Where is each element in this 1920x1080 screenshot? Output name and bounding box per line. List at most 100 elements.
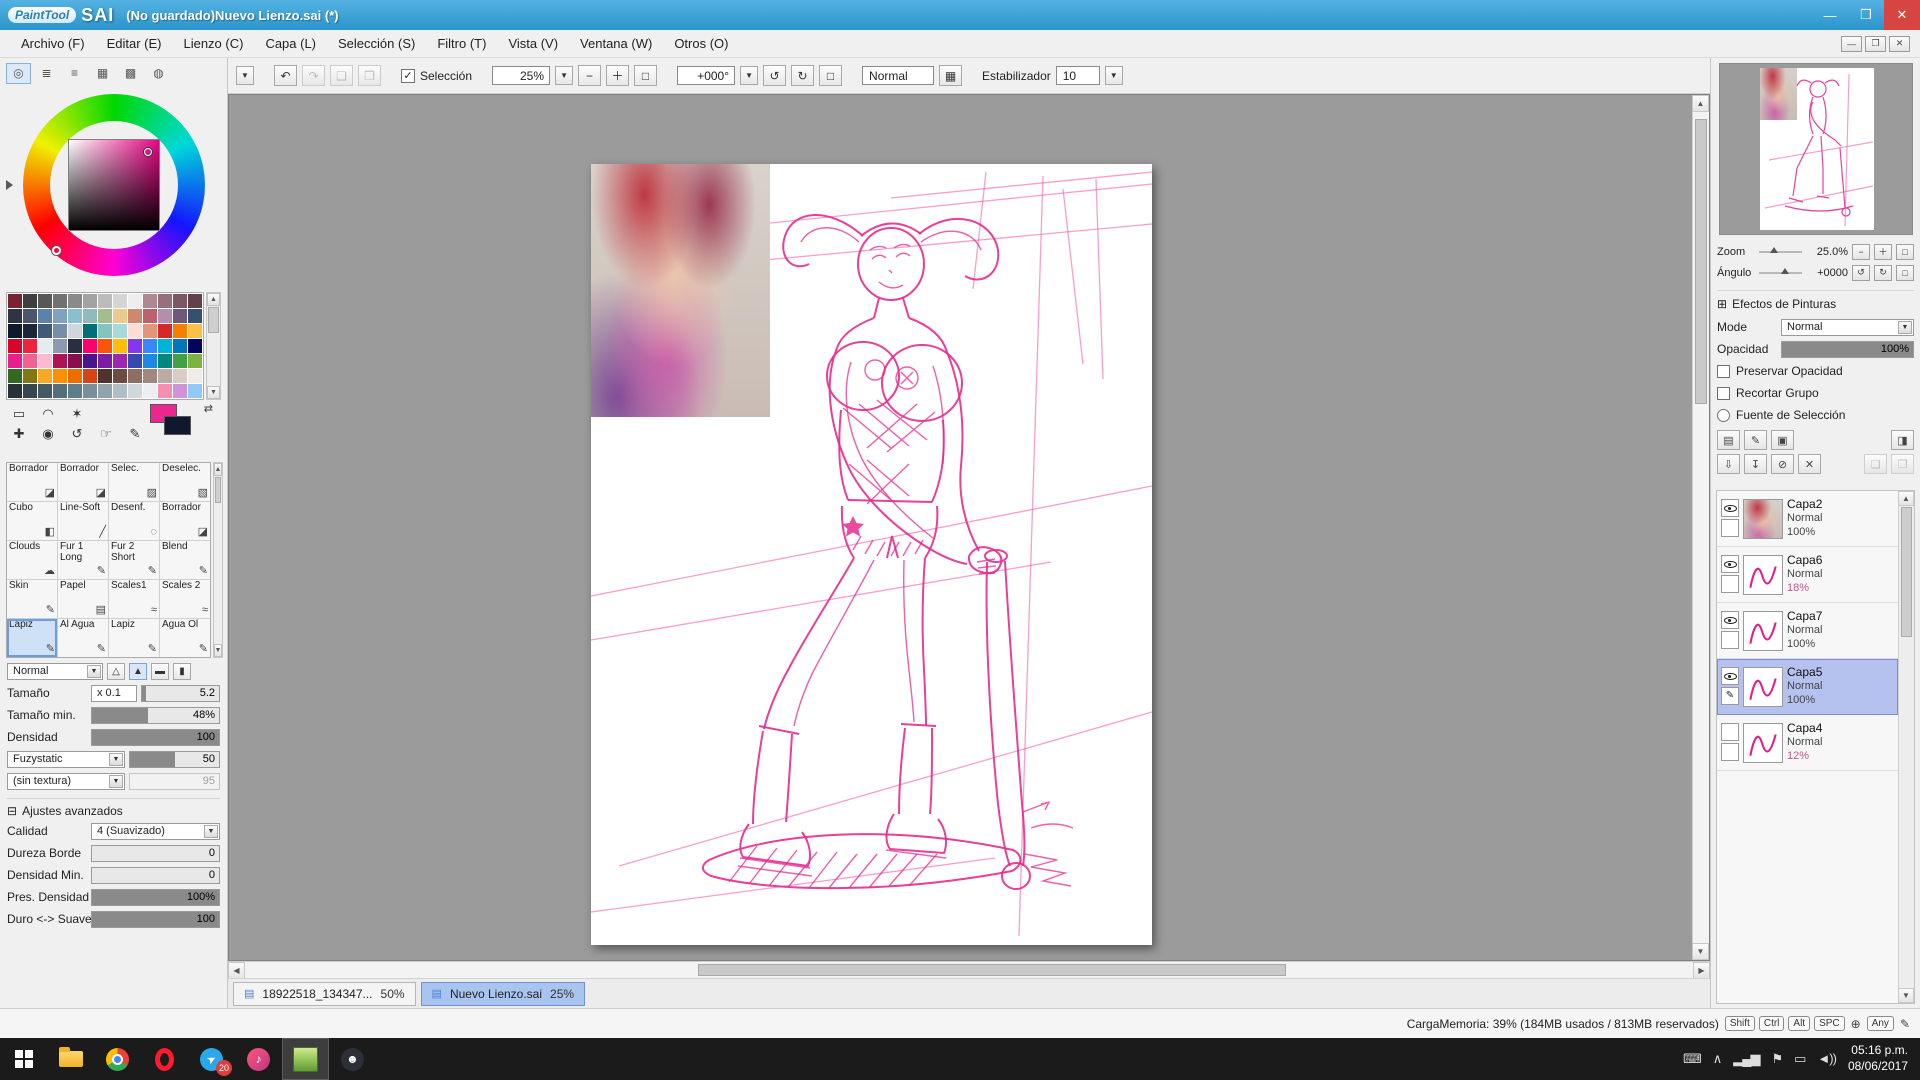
color-swatch[interactable] [53,309,67,323]
brush-cubo[interactable]: Cubo◧ [7,502,57,540]
scroll-up-icon[interactable]: ▲ [207,293,220,306]
color-swatch[interactable] [38,294,52,308]
hand-tool-icon[interactable]: ☞ [95,424,117,444]
color-swatch[interactable] [143,324,157,338]
edge-hardness-slider[interactable]: 0 [91,845,220,862]
menu-filtro[interactable]: Filtro (T) [426,32,497,55]
brush-scales-2[interactable]: Scales 2≈ [160,580,210,618]
color-swatch[interactable] [143,354,157,368]
nav-zoom-out-button[interactable]: − [1852,244,1870,260]
brush-papel[interactable]: Papel▤ [58,580,108,618]
color-swatch[interactable] [53,324,67,338]
collapse-icon[interactable]: ⊟ [7,804,17,818]
doc-close-button[interactable]: ✕ [1889,36,1910,52]
view-mode-icon[interactable]: ▦ [939,65,962,86]
new-linework-layer-button[interactable]: ✎ [1744,430,1767,450]
layer-visibility-toggle[interactable] [1721,555,1739,573]
color-swatch[interactable] [83,324,97,338]
color-mixer-tab[interactable]: ▦ [90,63,115,84]
navigator[interactable] [1719,63,1913,235]
layer-visibility-toggle[interactable] [1721,611,1739,629]
zoom-field[interactable]: 25% [492,66,550,85]
layer-visibility-toggle[interactable] [1721,499,1739,517]
color-swatch[interactable] [188,309,202,323]
color-swatch[interactable] [128,339,142,353]
transfer-down-button[interactable]: ⇩ [1717,454,1740,474]
brush-edge-hard-icon[interactable]: △ [107,663,125,680]
color-swatch[interactable] [158,384,172,398]
color-swatch[interactable] [143,309,157,323]
color-swatch[interactable] [23,294,37,308]
color-swatch[interactable] [128,309,142,323]
move-tool-icon[interactable]: ✚ [8,424,30,444]
color-swatch[interactable] [8,294,22,308]
chevron-down-icon[interactable]: ▼ [109,753,123,766]
tab-nuevo-lienzo[interactable]: ▤ Nuevo Lienzo.sai 25% [421,982,586,1006]
chevron-up-icon[interactable]: ∧ [1713,1051,1722,1067]
stabilizer-select[interactable]: 10 [1056,66,1100,85]
color-swatch[interactable] [113,354,127,368]
color-swatch[interactable] [38,324,52,338]
size-unit-select[interactable]: x 0.1 [91,685,137,702]
canvas-vertical-scrollbar[interactable]: ▲ ▼ [1692,95,1709,960]
zoom-out-button[interactable]: − [578,65,601,86]
color-swatch[interactable] [38,339,52,353]
nav-rotate-ccw-button[interactable]: ↺ [1852,265,1870,281]
merge-down-button[interactable]: ↧ [1744,454,1767,474]
color-swatch[interactable] [38,354,52,368]
color-swatch[interactable] [98,369,112,383]
brush-selec-[interactable]: Selec.▨ [109,463,159,501]
color-swatch[interactable] [113,294,127,308]
rotate-cw-button[interactable]: ↻ [791,65,814,86]
size-slider[interactable]: 5.2 [141,685,220,702]
color-swatch[interactable] [128,354,142,368]
color-swatch[interactable] [8,369,22,383]
tab-image-file[interactable]: ▤ 18922518_134347... 50% [233,982,416,1006]
flag-icon[interactable]: ⚑ [1771,1051,1782,1067]
angle-dropdown-icon[interactable]: ▼ [740,66,758,85]
color-swatch[interactable] [23,369,37,383]
color-swatch[interactable] [68,354,82,368]
prev-view-button[interactable]: ❏ [330,65,353,86]
layer-visibility-toggle[interactable] [1721,667,1739,685]
scroll-right-icon[interactable]: ▶ [1693,962,1710,979]
stabilizer-dropdown-icon[interactable]: ▼ [1105,66,1123,85]
clear-layer-button[interactable]: ⊘ [1771,454,1794,474]
color-swatch[interactable] [188,369,202,383]
color-swatch[interactable] [8,324,22,338]
brush-skin[interactable]: Skin✎ [7,580,57,618]
nav-rotate-cw-button[interactable]: ↻ [1874,265,1892,281]
color-swatch[interactable] [8,354,22,368]
color-swatch[interactable] [83,354,97,368]
clipping-group-checkbox[interactable] [1717,387,1730,400]
menu-capa[interactable]: Capa (L) [254,32,327,55]
nav-angle-slider[interactable] [1759,272,1802,274]
min-size-slider[interactable]: 48% [91,707,220,724]
swatch-scrollbar[interactable]: ▲ ▼ [206,292,221,400]
scroll-down-icon[interactable]: ▼ [207,386,220,399]
color-swatch[interactable] [83,339,97,353]
scroll-up-icon[interactable]: ▲ [1692,95,1709,112]
chevron-down-icon[interactable]: ▼ [204,825,218,838]
color-swatch[interactable] [38,369,52,383]
start-button[interactable] [0,1038,47,1080]
chrome[interactable] [94,1038,141,1080]
eyedropper-icon[interactable]: ✎ [124,424,146,444]
hard-soft-slider[interactable]: 100 [91,911,220,928]
nav-zoom-in-button[interactable]: ＋ [1874,244,1892,260]
color-swatch[interactable] [113,309,127,323]
redo-button[interactable]: ↷ [302,65,325,86]
volume-icon[interactable]: ◄)) [1817,1051,1836,1067]
battery-icon[interactable]: ▭ [1794,1051,1805,1067]
color-swatch[interactable] [113,324,127,338]
chevron-down-icon[interactable]: ▼ [1898,321,1912,334]
brush-shape-flat-icon[interactable]: ▬ [151,663,169,680]
new-folder-button[interactable]: ▣ [1771,430,1794,450]
zoom-reset-button[interactable]: □ [634,65,657,86]
color-swatch[interactable] [53,294,67,308]
keyboard-icon[interactable]: ⌨ [1683,1051,1701,1067]
brush-clouds[interactable]: Clouds☁ [7,541,57,579]
nav-zoom-reset-button[interactable]: □ [1896,244,1914,260]
scroll-down-icon[interactable]: ▼ [1898,988,1914,1003]
color-swatch[interactable] [38,309,52,323]
